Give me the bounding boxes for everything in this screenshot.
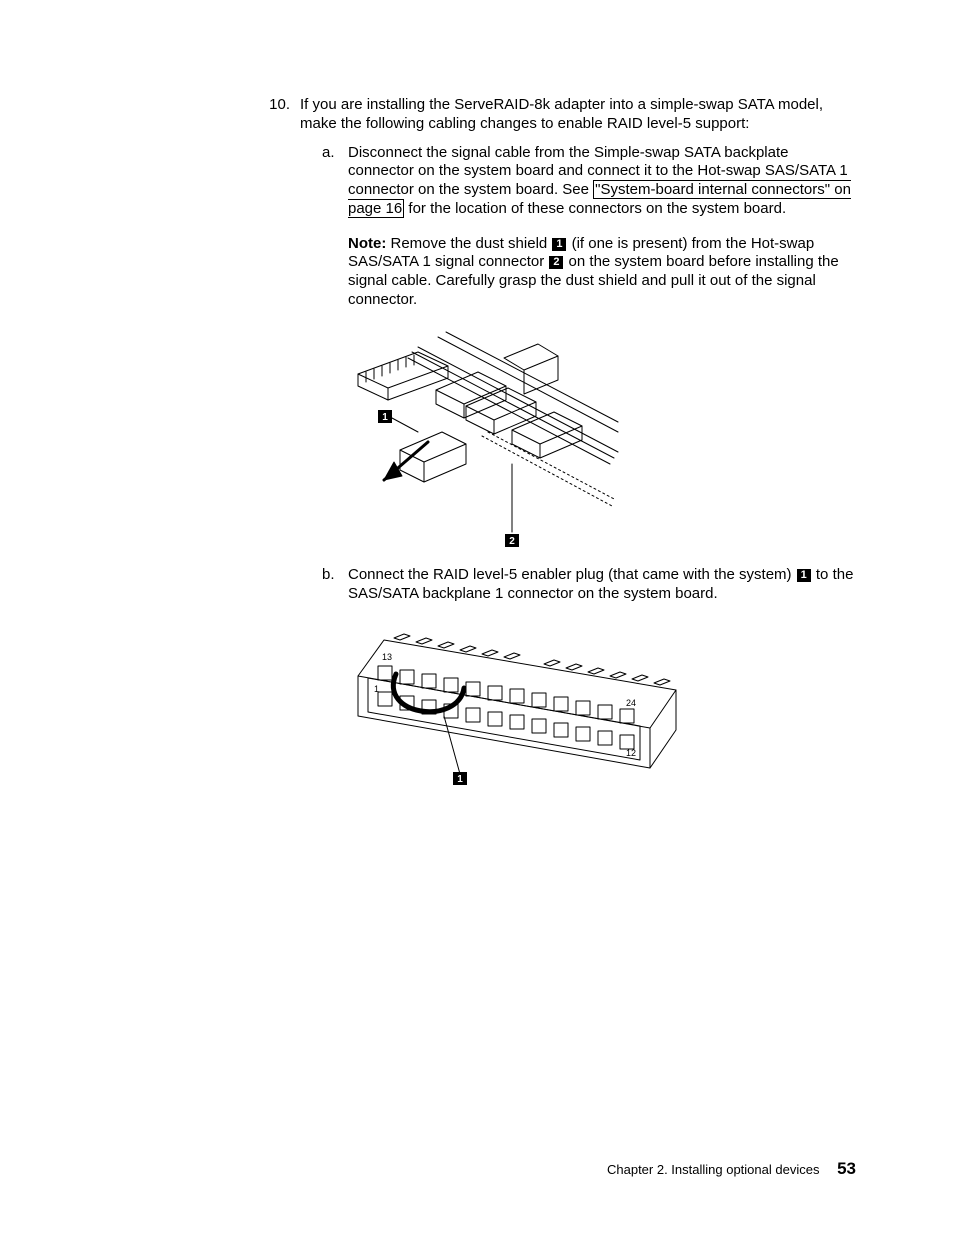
- enabler-plug-illustration: 13 1 24 12 1: [348, 616, 688, 786]
- note-text-1: Remove the dust shield: [391, 235, 552, 252]
- figure-2: 13 1 24 12 1: [348, 616, 858, 792]
- page-footer: Chapter 2. Installing optional devices 5…: [607, 1158, 856, 1179]
- step-number: 10.: [262, 96, 300, 115]
- fig1-callout-1: 1: [382, 412, 388, 423]
- fig1-callout-2: 2: [509, 536, 515, 547]
- a-text-2: for the location of these connectors on …: [404, 200, 786, 217]
- note-block: Note: Remove the dust shield 1 (if one i…: [348, 235, 858, 310]
- page-content: 10. If you are installing the ServeRAID-…: [262, 96, 858, 802]
- b-text-1: Connect the RAID level-5 enabler plug (t…: [348, 566, 796, 583]
- sub-body-b: Connect the RAID level-5 enabler plug (t…: [348, 566, 858, 604]
- sub-letter-a: a.: [322, 144, 348, 163]
- pin-1: 1: [374, 684, 379, 694]
- sub-body-a: Disconnect the signal cable from the Sim…: [348, 144, 858, 219]
- figure-1: 1 2: [348, 322, 858, 553]
- sub-item-a: a. Disconnect the signal cable from the …: [322, 144, 858, 219]
- ordered-step-10: 10. If you are installing the ServeRAID-…: [262, 96, 858, 792]
- pin-12: 12: [626, 748, 636, 758]
- note-label: Note:: [348, 235, 386, 252]
- dust-shield-illustration: 1 2: [348, 322, 620, 547]
- callout-2: 2: [549, 256, 563, 269]
- sub-list: a. Disconnect the signal cable from the …: [300, 144, 858, 792]
- footer-chapter: Chapter 2. Installing optional devices: [607, 1162, 819, 1177]
- callout-1: 1: [552, 238, 566, 251]
- sub-item-b: b. Connect the RAID level-5 enabler plug…: [322, 566, 858, 604]
- step-body: If you are installing the ServeRAID-8k a…: [300, 96, 858, 792]
- pin-13: 13: [382, 652, 392, 662]
- step-intro: If you are installing the ServeRAID-8k a…: [300, 96, 823, 132]
- fig2-callout-1: 1: [457, 774, 463, 785]
- pin-24: 24: [626, 698, 636, 708]
- footer-page-number: 53: [837, 1159, 856, 1178]
- sub-letter-b: b.: [322, 566, 348, 585]
- callout-b1: 1: [797, 569, 811, 582]
